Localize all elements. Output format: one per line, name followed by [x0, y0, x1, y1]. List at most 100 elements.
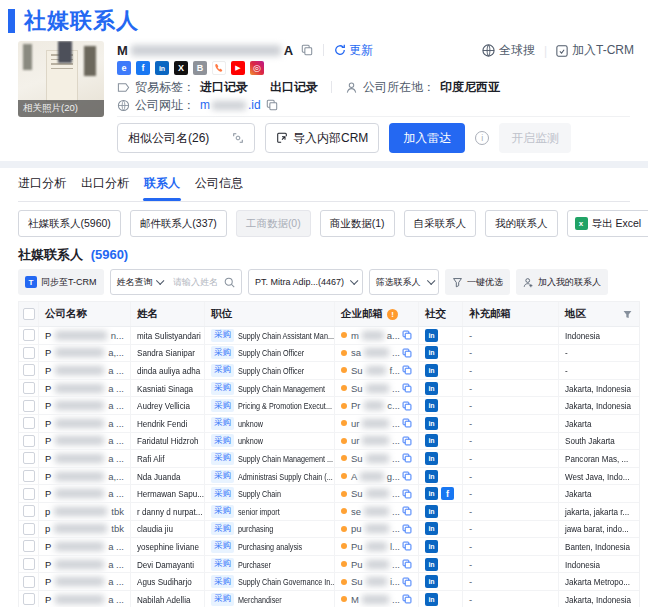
- copy-icon[interactable]: [402, 418, 412, 428]
- copy-icon[interactable]: [402, 436, 412, 446]
- table-row[interactable]: ptbk r danny d nurpat... 采购senior import…: [19, 503, 639, 521]
- linkedin-icon[interactable]: in: [425, 505, 438, 518]
- table-row[interactable]: Pa,... Nda Juanda 采购Administrasi Supply …: [19, 468, 639, 486]
- tab-export-analysis[interactable]: 出口分析: [81, 176, 129, 201]
- linkedin-icon[interactable]: in: [425, 522, 438, 535]
- pill-commercial-data[interactable]: 商业数据(1): [320, 210, 395, 237]
- linkedin-icon[interactable]: in: [425, 382, 438, 395]
- table-row[interactable]: Pa ... Rafi Alif 采购Supply Chain Manageme…: [19, 450, 639, 468]
- global-search-link[interactable]: 全球搜: [482, 42, 535, 59]
- facebook-icon[interactable]: f: [136, 61, 150, 75]
- linkedin-icon[interactable]: in: [425, 487, 438, 500]
- table-row[interactable]: Pa ... Agus Sudiharjo 采购Supply Chain Gov…: [19, 573, 639, 591]
- query-type-select[interactable]: 姓名查询: [111, 270, 168, 294]
- linkedin-icon[interactable]: in: [425, 540, 438, 553]
- row-checkbox[interactable]: [23, 435, 35, 447]
- monitor-button[interactable]: 开启监测: [499, 123, 571, 153]
- linkedin-icon[interactable]: in: [425, 399, 438, 412]
- pill-self-collected[interactable]: 自采联系人: [404, 210, 477, 237]
- table-row[interactable]: Pa ... yosephine liviane 采购Purchasing an…: [19, 538, 639, 556]
- filter-icon[interactable]: [622, 309, 633, 320]
- table-row[interactable]: Pa ... Nabilah Adellia 采购Merchandiser M.…: [19, 591, 639, 607]
- linkedin-icon[interactable]: in: [425, 575, 438, 588]
- name-search-input[interactable]: 请输入姓名: [167, 270, 241, 294]
- table-row[interactable]: Pa ... Kasniati Sinaga 采购Supply Chain Ma…: [19, 380, 639, 398]
- linkedin-icon[interactable]: in: [425, 558, 438, 571]
- table-row[interactable]: Pa ... Faridatul Hidzroh 采购unknow ur... …: [19, 433, 639, 451]
- table-row[interactable]: Pa,... Sandra Sianipar 采购Supply Chain Of…: [19, 345, 639, 363]
- pill-email-contacts[interactable]: 邮件联系人(337): [130, 210, 227, 237]
- sync-tcrm-button[interactable]: T 同步至T-CRM: [18, 269, 104, 295]
- instagram-icon[interactable]: ◎: [250, 61, 264, 75]
- row-checkbox[interactable]: [23, 347, 35, 359]
- website-link[interactable]: m .id: [200, 98, 261, 112]
- row-checkbox[interactable]: [23, 576, 35, 588]
- linkedin-icon[interactable]: in: [425, 434, 438, 447]
- blog-icon[interactable]: B: [193, 61, 207, 75]
- export-excel-button[interactable]: x 导出 Excel: [567, 210, 648, 237]
- filter-contacts-select[interactable]: 筛选联系人: [369, 269, 440, 295]
- linkedin-icon[interactable]: in: [425, 470, 438, 483]
- tab-contacts[interactable]: 联系人: [144, 176, 180, 201]
- join-tcrm-link[interactable]: 加入T-CRM: [556, 42, 634, 59]
- join-radar-button[interactable]: 加入雷达: [389, 123, 465, 153]
- row-checkbox[interactable]: [23, 593, 35, 605]
- copy-icon[interactable]: [402, 330, 412, 340]
- company-photo[interactable]: 相关照片(20): [18, 41, 104, 117]
- copy-icon[interactable]: [402, 365, 412, 375]
- linkedin-icon[interactable]: in: [425, 329, 438, 342]
- copy-icon[interactable]: [402, 453, 412, 463]
- website-icon[interactable]: e: [117, 61, 131, 75]
- table-row[interactable]: Pn... mita Sulistyandari 采购Supply Chain …: [19, 327, 639, 345]
- table-row[interactable]: ptbk claudia jiu 采购purchasing pu... in -…: [19, 521, 639, 539]
- row-checkbox[interactable]: [23, 452, 35, 464]
- row-checkbox[interactable]: [23, 505, 35, 517]
- linkedin-icon[interactable]: in: [425, 417, 438, 430]
- table-row[interactable]: Pa ... Audrey Vellicia 采购Pricing & Promo…: [19, 397, 639, 415]
- copy-icon[interactable]: [402, 594, 412, 604]
- row-checkbox[interactable]: [23, 364, 35, 376]
- linkedin-icon[interactable]: in: [425, 593, 438, 606]
- linkedin-icon[interactable]: in: [425, 364, 438, 377]
- table-row[interactable]: Pa ... Hermawan Sapu... 采购Supply Chain S…: [19, 485, 639, 503]
- row-checkbox[interactable]: [23, 558, 35, 570]
- facebook-icon[interactable]: f: [441, 487, 454, 500]
- import-record-tag[interactable]: 进口记录: [200, 80, 248, 94]
- row-checkbox[interactable]: [23, 329, 35, 341]
- copy-icon[interactable]: [301, 44, 313, 56]
- tab-company-info[interactable]: 公司信息: [195, 176, 243, 201]
- copy-icon[interactable]: [402, 348, 412, 358]
- linkedin-icon[interactable]: in: [425, 346, 438, 359]
- linkedin-icon[interactable]: in: [155, 61, 169, 75]
- copy-icon[interactable]: [402, 559, 412, 569]
- row-checkbox[interactable]: [23, 417, 35, 429]
- quick-select-button[interactable]: 一键优选: [445, 269, 510, 295]
- email-warning-icon[interactable]: !: [387, 309, 398, 320]
- x-icon[interactable]: X: [174, 61, 188, 75]
- add-my-contacts-button[interactable]: 加入我的联系人: [516, 269, 608, 295]
- copy-icon[interactable]: [402, 401, 412, 411]
- company-filter-select[interactable]: PT. Mitra Adip...(4467): [248, 269, 363, 295]
- table-row[interactable]: Pa ... dinda auliya adha 采购Supply Chain …: [19, 362, 639, 380]
- linkedin-icon[interactable]: in: [425, 452, 438, 465]
- pill-my-contacts[interactable]: 我的联系人: [485, 210, 558, 237]
- copy-icon[interactable]: [402, 471, 412, 481]
- row-checkbox[interactable]: [23, 488, 35, 500]
- copy-icon[interactable]: [402, 383, 412, 393]
- row-checkbox[interactable]: [23, 400, 35, 412]
- youtube-icon[interactable]: ▶: [231, 61, 245, 75]
- copy-icon[interactable]: [402, 506, 412, 516]
- copy-icon[interactable]: [402, 577, 412, 587]
- table-row[interactable]: Pa ... Hendrik Fendi 采购unknow ur... in -…: [19, 415, 639, 433]
- similar-companies-button[interactable]: 相似公司名(26): [117, 123, 255, 153]
- refresh-button[interactable]: 更新: [334, 42, 373, 59]
- copy-icon[interactable]: [402, 541, 412, 551]
- import-crm-button[interactable]: 导入内部CRM: [265, 123, 379, 153]
- copy-icon[interactable]: [266, 99, 278, 111]
- info-icon[interactable]: i: [475, 131, 489, 145]
- pill-social-contacts[interactable]: 社媒联系人(5960): [18, 210, 121, 237]
- export-record-tag[interactable]: 出口记录: [270, 80, 318, 94]
- row-checkbox[interactable]: [23, 540, 35, 552]
- row-checkbox[interactable]: [23, 382, 35, 394]
- row-checkbox[interactable]: [23, 470, 35, 482]
